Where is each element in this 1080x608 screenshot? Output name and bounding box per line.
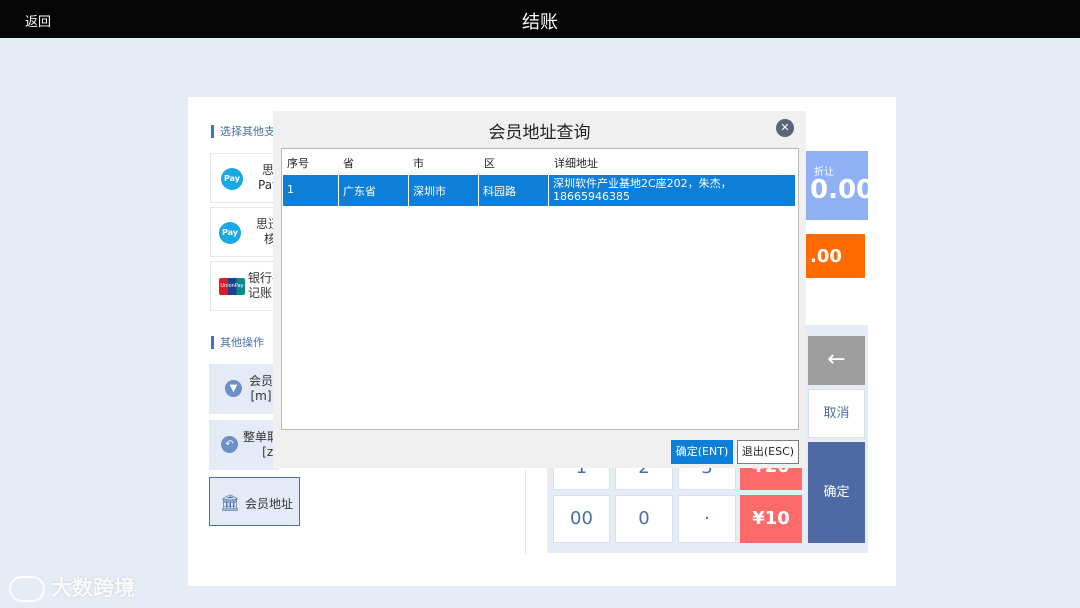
dialog-exit-button[interactable]: 退出(ESC)	[737, 440, 799, 464]
key-1[interactable]: 1	[553, 467, 610, 490]
chevron-heart-icon: ▼	[225, 380, 242, 397]
column-header-no: 序号	[287, 157, 309, 170]
pay-item-bank-card[interactable]: UnionPay 银行- 记账[	[210, 261, 280, 311]
dialog-title: 会员地址查询	[488, 123, 591, 143]
quick-amount-10-button[interactable]: ¥10	[740, 495, 802, 543]
member-button-label: 会员 [m]	[249, 374, 274, 403]
dialog-confirm-button[interactable]: 确定(ENT)	[671, 440, 733, 464]
column-divider	[525, 470, 526, 554]
column-header-city: 市	[413, 157, 424, 170]
pay-item-sixun-pay[interactable]: Pay 思迅 Pay[m	[210, 153, 280, 203]
page-title: 结账	[522, 12, 558, 33]
cell-city: 深圳市	[409, 175, 479, 206]
cell-province: 广东省	[339, 175, 409, 206]
watermark: 大数跨境	[9, 572, 135, 602]
unionpay-icon: UnionPay	[219, 278, 245, 295]
ops-section-label: 其他操作	[211, 336, 264, 349]
member-button[interactable]: ▼ 会员 [m]	[209, 364, 279, 414]
close-icon[interactable]: ✕	[776, 119, 794, 137]
address-table: 序号 省 市 区 详细地址 1 广东省 深圳市 科园路 深圳软件产业基地2C座2…	[281, 148, 799, 430]
cell-district: 科园路	[479, 175, 549, 206]
member-address-button[interactable]: 🏛 会员地址	[209, 477, 300, 526]
column-header-address: 详细地址	[554, 157, 598, 170]
keypad-cancel-button[interactable]: 取消	[808, 389, 865, 438]
member-address-label: 会员地址	[245, 497, 294, 511]
pay-icon: Pay	[219, 222, 241, 244]
amount-tile: .00	[806, 234, 865, 278]
key-00[interactable]: 00	[553, 495, 610, 543]
undo-icon: ↶	[221, 436, 238, 453]
key-dot[interactable]: ·	[678, 495, 736, 543]
keypad-confirm-button[interactable]: 确定	[808, 442, 865, 543]
amount-value: .00	[810, 246, 842, 267]
backspace-button[interactable]: ←	[808, 336, 865, 385]
discount-tile[interactable]: 折让 0.00	[806, 151, 874, 220]
quick-amount-20-button[interactable]: ¥20	[740, 467, 802, 490]
building-icon: 🏛	[220, 493, 241, 512]
watermark-logo-icon	[9, 576, 45, 602]
discount-value: 0.00	[810, 175, 875, 205]
cell-no: 1	[283, 175, 339, 206]
column-header-district: 区	[484, 157, 495, 170]
pay-icon: Pay	[221, 168, 243, 190]
key-0[interactable]: 0	[615, 495, 673, 543]
key-2[interactable]: 2	[615, 467, 673, 490]
key-3[interactable]: 3	[678, 467, 736, 490]
table-row[interactable]: 1 广东省 深圳市 科园路 深圳软件产业基地2C座202，朱杰，18665946…	[283, 175, 795, 206]
column-header-province: 省	[343, 157, 354, 170]
cell-address: 深圳软件产业基地2C座202，朱杰，18665946385	[553, 177, 732, 203]
pay-item-sixun-verify[interactable]: Pay 思迅P 核销	[210, 207, 280, 257]
top-bar: 返回 结账	[0, 0, 1080, 38]
member-address-dialog: 会员地址查询 ✕ 序号 省 市 区 详细地址 1 广东省 深圳市 科园路 深圳软…	[273, 111, 806, 468]
cancel-order-button[interactable]: ↶ 整单取 [z]	[209, 420, 279, 470]
